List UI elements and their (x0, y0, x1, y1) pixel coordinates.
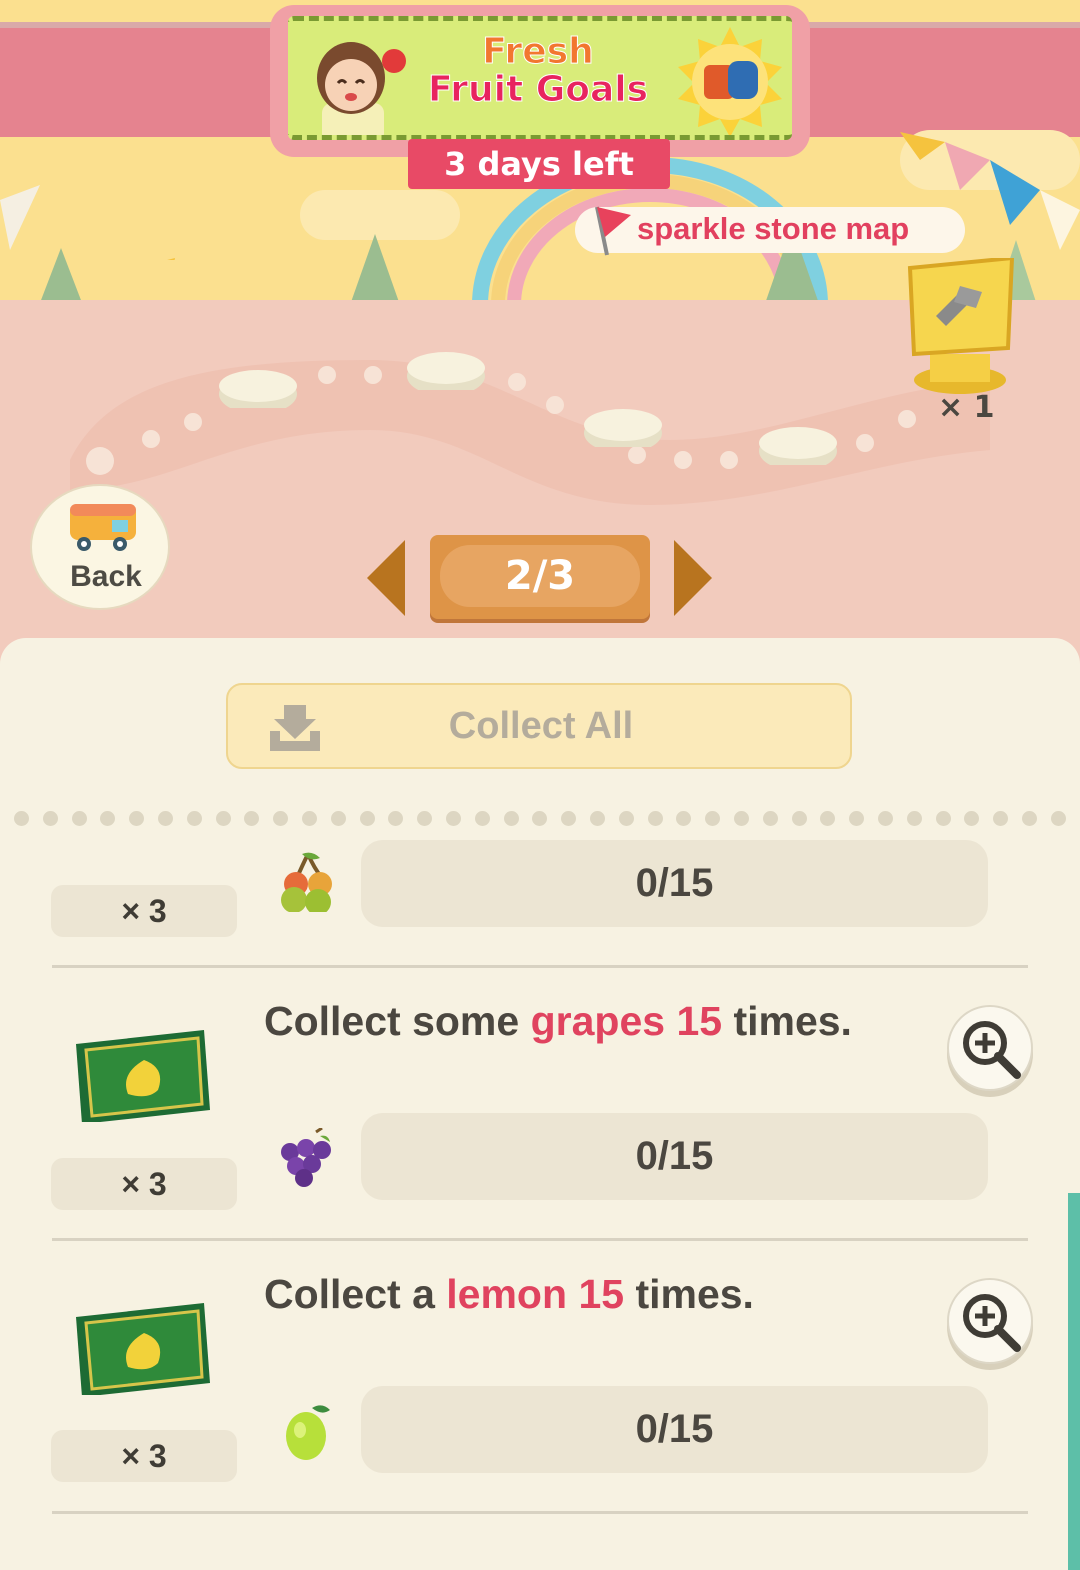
mission-description: Collect a lemon 15 times. (264, 1271, 754, 1318)
separator-dot (849, 811, 865, 826)
collect-all-label: Collect All (448, 705, 634, 747)
separator-dot (129, 811, 145, 826)
mission-target-count: 15 (676, 998, 723, 1044)
mission-progress: 0/15 (361, 1386, 988, 1473)
separator-dot (906, 811, 922, 826)
lemon-icon (286, 1405, 330, 1460)
back-button[interactable]: Back (30, 484, 170, 610)
separator-dot (186, 811, 202, 826)
leaf-ticket-icon (76, 1030, 210, 1122)
cloud (300, 190, 460, 240)
separator-dot (158, 811, 173, 826)
event-title-line2: Fruit Goals (427, 69, 649, 110)
mission-progress: 0/15 (361, 840, 988, 927)
magnify-plus-icon (963, 1021, 1021, 1079)
mission-fruit-name: lemon (446, 1271, 568, 1317)
dotted-separator (14, 811, 1074, 829)
separator-dot (302, 811, 317, 826)
red-flag-icon (595, 206, 631, 256)
separator-dot (215, 811, 231, 826)
mission-fruit-name: grapes (530, 998, 666, 1044)
separator-dot (273, 811, 289, 826)
mission-list[interactable]: × 3 0/15 Collect some grapes 15 times. ×… (0, 830, 1080, 1570)
separator-dot (561, 811, 577, 826)
separator-dot (1050, 811, 1066, 826)
reward-badge-icon (678, 27, 782, 135)
leaf-ticket-icon (76, 1303, 210, 1395)
separator-dot (71, 811, 87, 826)
separator-dot (993, 811, 1009, 826)
separator-dot (935, 811, 951, 826)
mission-text-prefix: Collect a (264, 1271, 447, 1317)
separator-dot (446, 811, 461, 826)
days-left-badge: 3 days left (408, 139, 670, 189)
separator-dot (705, 811, 721, 826)
row-divider (52, 1238, 1028, 1241)
separator-dot (388, 811, 404, 826)
separator-dot (676, 811, 692, 826)
separator-dot (330, 811, 346, 826)
stepping-stone (584, 409, 662, 447)
row-divider (52, 1511, 1028, 1514)
previous-page-arrow-icon[interactable] (365, 540, 409, 616)
map-name-label: sparkle stone map (575, 206, 965, 256)
back-label: Back (70, 560, 142, 593)
separator-dot (1022, 811, 1037, 826)
map-trophy-icon[interactable] (900, 258, 1020, 398)
scrollbar[interactable] (1068, 1193, 1080, 1570)
reward-quantity: × 3 (51, 1430, 237, 1482)
separator-dot (14, 811, 29, 826)
mission-progress: 0/15 (361, 1113, 988, 1200)
mission-text-suffix: times. (624, 1271, 754, 1317)
map-count: × 1 (938, 390, 995, 425)
map-name-text: sparkle stone map (637, 211, 910, 246)
grape-icon (281, 1128, 331, 1187)
tree (39, 248, 83, 305)
event-title-line1: Fresh (482, 31, 595, 72)
stepping-stone (759, 427, 837, 465)
separator-dot (964, 811, 980, 826)
row-divider (52, 965, 1028, 968)
separator-dot (820, 811, 836, 826)
mission-target-count: 15 (578, 1271, 625, 1317)
stepping-stone (407, 352, 485, 390)
separator-dot (618, 811, 634, 826)
zoom-in-button[interactable] (947, 1278, 1033, 1364)
mission-text-suffix: times. (722, 998, 852, 1044)
camper-van-icon (70, 504, 136, 551)
leaf-ticket-icon (82, 830, 220, 892)
page-indicator-text: 2/3 (440, 545, 640, 607)
separator-dot (42, 811, 58, 826)
separator-dot (417, 811, 433, 826)
cherry-icon (281, 852, 332, 912)
mission-description: Collect some grapes 15 times. (264, 998, 852, 1045)
separator-dot (474, 811, 490, 826)
mission-text-prefix: Collect some (264, 998, 531, 1044)
separator-dot (734, 811, 749, 826)
separator-dot (647, 811, 663, 826)
separator-dot (532, 811, 548, 826)
separator-dot (100, 811, 116, 826)
separator-dot (762, 811, 778, 826)
separator-dot (878, 811, 893, 826)
reward-quantity: × 3 (51, 885, 237, 937)
separator-dot (244, 811, 260, 826)
event-title: Fresh Fruit Goals (398, 31, 678, 110)
villager-avatar-icon (317, 42, 406, 135)
separator-dot (503, 811, 519, 826)
next-page-arrow-icon[interactable] (670, 540, 714, 616)
collect-all-button[interactable]: Collect All (226, 683, 852, 769)
reward-quantity: × 3 (51, 1158, 237, 1210)
separator-dot (590, 811, 605, 826)
zoom-in-button[interactable] (947, 1005, 1033, 1091)
bunting-left (0, 185, 175, 260)
separator-dot (359, 811, 375, 826)
page-indicator: 2/3 (430, 535, 650, 619)
tree (349, 234, 401, 305)
stepping-stone (219, 370, 297, 408)
separator-dot (791, 811, 807, 826)
event-banner-art: Fresh Fruit Goals (288, 16, 792, 140)
magnify-plus-icon (963, 1294, 1021, 1352)
